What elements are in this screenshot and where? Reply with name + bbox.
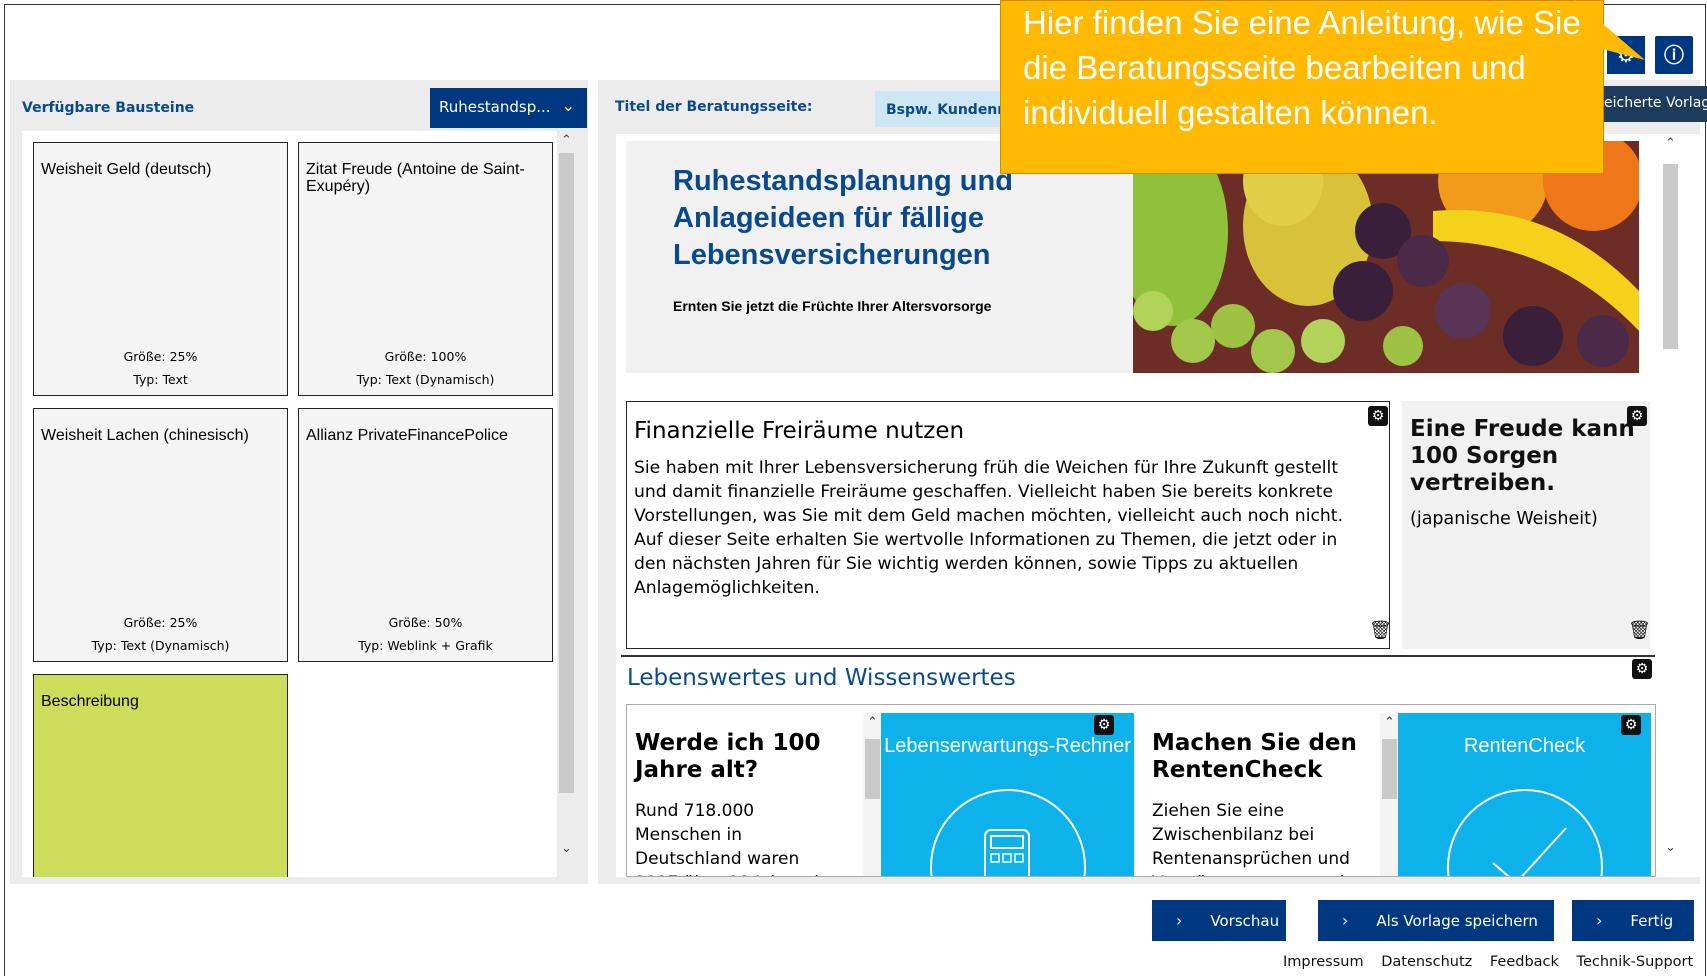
preview-button-label: Vorschau: [1210, 912, 1280, 930]
settings-gear-icon[interactable]: ⚙: [1368, 406, 1388, 426]
hero-title: Ruhestandsplanung und Anlageideen für fä…: [673, 165, 1013, 271]
checkmark-icon: [1492, 827, 1567, 876]
chevron-right-icon: ›: [1596, 911, 1603, 930]
available-blocks-title: Verfügbare Bausteine: [22, 100, 195, 116]
calculator-icon: [984, 829, 1030, 876]
block-tile-size: Größe: 50%: [388, 615, 463, 630]
info-icon: ⓘ: [1664, 43, 1684, 67]
section-heading: Lebenswertes und Wissenswertes: [627, 665, 1016, 691]
chevron-right-icon: ›: [1342, 911, 1349, 930]
scroll-down-icon[interactable]: ⌄: [557, 841, 576, 856]
scroll-up-icon[interactable]: ⌃: [557, 133, 576, 148]
block-tile-title: Beschreibung: [41, 693, 139, 710]
footer-link-feedback[interactable]: Feedback: [1490, 954, 1559, 970]
teaser-card-heading: Machen Sie den RentenCheck: [1152, 730, 1357, 783]
block-tile-type: Typ: Text: [133, 372, 188, 387]
scrollbar-thumb[interactable]: [559, 153, 574, 793]
quote-heading: Eine Freude kann 100 Sorgen vertreiben.: [1410, 416, 1635, 496]
life-expectancy-calculator-tile[interactable]: Lebenserwartungs-Rechner ⚙: [881, 713, 1134, 876]
block-tile-title: Weisheit Lachen (chinesisch): [41, 427, 249, 444]
block-tile-title: Allianz PrivateFinancePolice: [306, 427, 508, 444]
page-title-label: Titel der Beratungsseite:: [615, 99, 813, 115]
block-tile[interactable]: Weisheit Lachen (chinesisch) Größe: 25% …: [33, 408, 288, 662]
done-button-label: Fertig: [1630, 912, 1674, 930]
settings-gear-icon[interactable]: ⚙: [1621, 715, 1641, 735]
chevron-right-icon: ›: [1176, 911, 1183, 930]
hero-subtitle: Ernten Sie jetzt die Früchte Ihrer Alter…: [673, 298, 992, 314]
block-tile-size: Größe: 100%: [384, 349, 467, 364]
teaser-card[interactable]: Werde ich 100 Jahre alt? Rund 718.000 Me…: [627, 713, 882, 876]
done-button[interactable]: › Fertig: [1572, 900, 1694, 941]
fruit-image: [1133, 141, 1639, 373]
block-list: Weisheit Geld (deutsch) Größe: 25% Typ: …: [22, 131, 576, 877]
footer-link-support[interactable]: Technik-Support: [1577, 954, 1694, 970]
settings-gear-icon[interactable]: ⚙: [1094, 715, 1114, 735]
save-template-button[interactable]: › Als Vorlage speichern: [1318, 900, 1554, 941]
block-tile-type: Typ: Text (Dynamisch): [356, 372, 495, 387]
footer-link-datenschutz[interactable]: Datenschutz: [1381, 954, 1472, 970]
help-tooltip-text: Hier finden Sie eine Anleitung, wie Sie …: [1023, 4, 1581, 131]
section-divider: [621, 655, 1655, 657]
block-tile[interactable]: Allianz PrivateFinancePolice Größe: 50% …: [298, 408, 553, 662]
trash-icon[interactable]: 🗑: [1628, 620, 1651, 641]
teaser-card-text: Rund 718.000 Menschen in Deutschland war…: [635, 801, 826, 876]
scroll-down-icon[interactable]: ⌄: [1661, 840, 1680, 855]
scroll-up-icon[interactable]: ⌃: [863, 715, 882, 730]
block-tile-size: Größe: 25%: [123, 615, 198, 630]
teaser-card[interactable]: Machen Sie den RentenCheck Ziehen Sie ei…: [1144, 713, 1399, 876]
saved-templates-button[interactable]: eicherte Vorlagen: [1600, 86, 1707, 122]
footer-links: Impressum Datenschutz Feedback Technik-S…: [1283, 954, 1693, 970]
rentencheck-tile[interactable]: RentenCheck ⚙: [1398, 713, 1651, 876]
block-tile-type: Typ: Weblink + Grafik: [358, 638, 493, 653]
quote-source: (japanische Weisheit): [1410, 509, 1598, 529]
scrollbar-thumb[interactable]: [1382, 739, 1397, 799]
settings-gear-icon[interactable]: ⚙: [1632, 659, 1652, 679]
teaser-cards-row: Werde ich 100 Jahre alt? Rund 718.000 Me…: [626, 704, 1656, 877]
block-tile-title: Zitat Freude (Antoine de Saint-Exupéry): [306, 161, 525, 195]
scrollbar-thumb[interactable]: [865, 739, 880, 799]
block-tile[interactable]: Beschreibung: [33, 674, 288, 877]
scroll-up-icon[interactable]: ⌃: [1380, 715, 1399, 730]
text-block-body: Sie haben mit Ihrer Lebensversicherung f…: [634, 458, 1344, 598]
info-button[interactable]: ⓘ: [1655, 36, 1693, 74]
block-list-scrollbar[interactable]: ⌃ ⌄: [557, 131, 576, 877]
save-template-button-label: Als Vorlage speichern: [1376, 912, 1538, 930]
page-title-input[interactable]: Bspw. Kundenn: [875, 91, 1015, 127]
footer-link-impressum[interactable]: Impressum: [1283, 954, 1364, 970]
text-block-heading: Finanzielle Freiräume nutzen: [634, 418, 965, 444]
rentencheck-label: RentenCheck: [1463, 735, 1586, 757]
teaser-card-text: Ziehen Sie eine Zwischenbilanz bei Rente…: [1152, 801, 1350, 876]
block-tile-size: Größe: 25%: [123, 349, 198, 364]
scrollbar-thumb[interactable]: [1663, 164, 1678, 349]
card-scrollbar[interactable]: ⌃: [1380, 713, 1399, 876]
block-tile[interactable]: Weisheit Geld (deutsch) Größe: 25% Typ: …: [33, 142, 288, 396]
trash-icon[interactable]: 🗑: [1369, 620, 1392, 641]
scroll-up-icon[interactable]: ⌃: [1661, 136, 1680, 151]
preview-scrollbar[interactable]: ⌃ ⌄: [1661, 134, 1680, 877]
category-dropdown[interactable]: Ruhestandsp... ⌄: [430, 88, 587, 128]
block-tile-type: Typ: Text (Dynamisch): [91, 638, 230, 653]
block-tile[interactable]: Zitat Freude (Antoine de Saint-Exupéry) …: [298, 142, 553, 396]
calculator-label: Lebenserwartungs-Rechner: [884, 735, 1131, 757]
chevron-down-icon: ⌄: [561, 96, 575, 115]
card-scrollbar[interactable]: ⌃: [863, 713, 882, 876]
block-tile-title: Weisheit Geld (deutsch): [41, 161, 212, 178]
fruit-illustration: [1133, 141, 1639, 373]
preview-button[interactable]: › Vorschau: [1152, 900, 1286, 941]
teaser-card-heading: Werde ich 100 Jahre alt?: [635, 730, 821, 783]
category-dropdown-value: Ruhestandsp...: [439, 98, 551, 116]
